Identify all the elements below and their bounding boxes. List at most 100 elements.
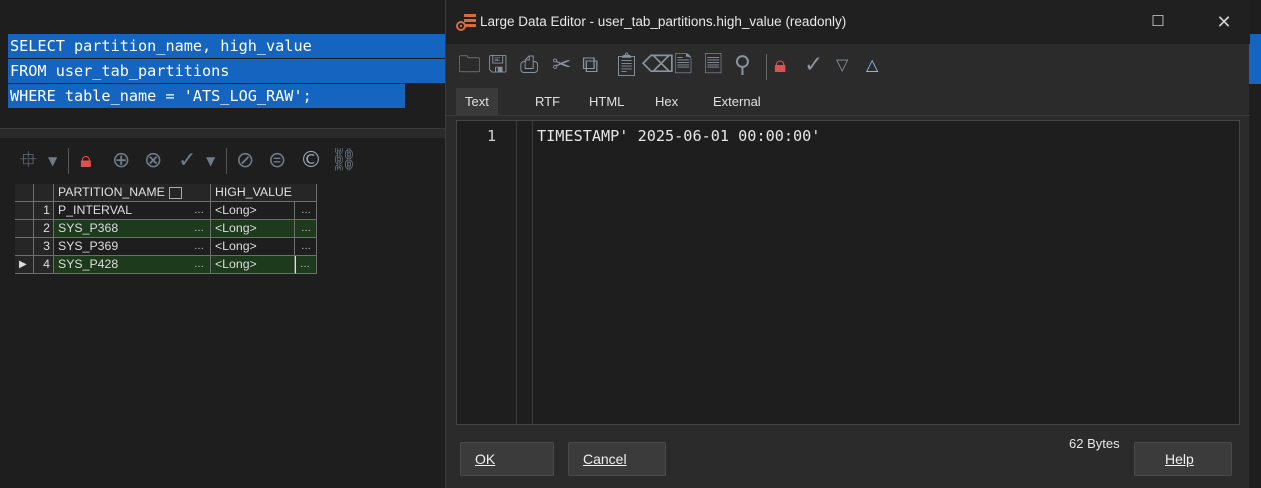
sql-line: FROM user_tab_partitions — [10, 62, 230, 80]
maximize-icon[interactable]: ☐ — [1138, 8, 1178, 36]
row-number: 1 — [34, 202, 54, 220]
table-row[interactable]: 2 SYS_P368 … <Long> … — [15, 220, 317, 238]
close-icon[interactable]: ✕ — [1204, 8, 1244, 36]
paste-icon[interactable]: 📋︎ — [612, 50, 641, 80]
cancel-button[interactable]: Cancel — [568, 442, 666, 476]
cell-partition-name[interactable]: SYS_P428… — [54, 256, 211, 274]
fetch-last-icon[interactable]: ⊜ — [268, 148, 286, 174]
row-indicator[interactable] — [15, 220, 34, 238]
ellipsis-button[interactable]: … — [194, 202, 204, 219]
editor-app-icon — [456, 14, 476, 31]
lock-icon[interactable]: 🔒︎ — [80, 148, 92, 174]
selection-highlight — [1249, 34, 1261, 84]
help-button-label: Help — [1165, 451, 1194, 467]
cell-text: SYS_P369 — [58, 239, 119, 253]
cell-high-value-ellipsis[interactable]: … — [295, 256, 317, 274]
search-icon[interactable]: ⚲ — [734, 50, 751, 80]
tab-text[interactable]: Text — [456, 88, 498, 116]
editor-content: TIMESTAMP' 2025-06-01 00:00:00' — [537, 127, 821, 145]
line-number-gutter: 1 — [457, 121, 517, 424]
tab-hex[interactable]: Hex — [646, 88, 687, 116]
editor-toolbar: 🗀︎ 🖫︎ ⎙ ✂ ⧉ 📋︎ ⌫ 🗎︎ 🗏︎ ⚲ 🔒︎ ✓ ▽ △ — [446, 46, 1250, 86]
post-check-icon[interactable]: ✓ — [178, 148, 196, 174]
dialog-title: Large Data Editor - user_tab_partitions.… — [480, 14, 847, 29]
ellipsis-button[interactable]: … — [301, 202, 311, 219]
format-icon[interactable]: 🗎︎ — [674, 50, 693, 80]
ellipsis-button[interactable]: … — [194, 220, 204, 237]
fold-gutter — [523, 121, 533, 424]
ok-button-label: OK — [475, 451, 496, 467]
cell-text: <Long> — [215, 239, 257, 253]
tab-rtf[interactable]: RTF — [526, 88, 569, 116]
ellipsis-button[interactable]: … — [194, 238, 204, 255]
cell-text: <Long> — [215, 221, 257, 235]
toolbar-separator — [226, 148, 227, 174]
text-editor[interactable]: 1 TIMESTAMP' 2025-06-01 00:00:00' — [456, 120, 1240, 425]
cell-high-value[interactable]: <Long> — [211, 238, 295, 256]
row-number: 3 — [34, 238, 54, 256]
triangle-up-icon[interactable]: △ — [866, 50, 878, 80]
cell-high-value[interactable]: <Long> — [211, 202, 295, 220]
check-icon[interactable]: ✓ — [804, 50, 823, 80]
ellipsis-button[interactable]: … — [301, 220, 311, 237]
cell-text: <Long> — [215, 203, 257, 217]
cell-text: SYS_P368 — [58, 221, 119, 235]
splitter[interactable] — [0, 128, 452, 138]
cell-high-value[interactable]: <Long> — [211, 256, 295, 274]
row-indicator[interactable] — [15, 238, 34, 256]
open-folder-icon[interactable]: 🗀︎ — [458, 50, 481, 80]
toolbar-separator — [766, 54, 767, 80]
ellipsis-button[interactable]: … — [194, 256, 204, 273]
large-data-editor-dialog: Large Data Editor - user_tab_partitions.… — [445, 0, 1250, 488]
save-icon[interactable]: 🖫︎ — [488, 50, 508, 80]
toolbar-separator — [68, 148, 69, 174]
cell-high-value-ellipsis[interactable]: … — [295, 220, 317, 238]
row-indicator[interactable] — [15, 202, 34, 220]
header-checkbox[interactable] — [168, 186, 182, 199]
column-header-label: HIGH_VALUE — [215, 185, 292, 199]
fetch-next-icon[interactable]: ⊘ — [236, 148, 254, 174]
table-row[interactable]: 3 SYS_P369 … <Long> … — [15, 238, 317, 256]
add-row-icon[interactable]: ⊕ — [112, 148, 130, 174]
word-wrap-icon[interactable]: 🗏︎ — [704, 50, 723, 80]
row-number: 4 — [34, 256, 54, 274]
column-header-label: PARTITION_NAME — [58, 185, 165, 199]
copy-icon[interactable]: ⧉ — [582, 50, 598, 80]
row-number: 2 — [34, 220, 54, 238]
line-number: 1 — [487, 127, 497, 145]
tab-external[interactable]: External — [704, 88, 770, 116]
byte-count: 62 Bytes — [1069, 436, 1120, 451]
chevron-down-icon[interactable]: ▼ — [206, 148, 215, 174]
tab-html[interactable]: HTML — [580, 88, 633, 116]
cell-high-value[interactable]: <Long> — [211, 220, 295, 238]
ellipsis-button[interactable]: … — [300, 256, 310, 273]
lock-icon[interactable]: 🔒︎ — [774, 50, 786, 80]
cell-text: P_INTERVAL — [58, 203, 133, 217]
cell-partition-name[interactable]: P_INTERVAL … — [54, 202, 211, 220]
help-button[interactable]: Help — [1134, 442, 1232, 476]
cell-high-value-ellipsis[interactable]: … — [295, 238, 317, 256]
ok-button[interactable]: OK — [460, 442, 554, 476]
title-bar[interactable]: Large Data Editor - user_tab_partitions.… — [446, 0, 1250, 44]
print-icon[interactable]: ⎙ — [520, 50, 538, 80]
triangle-down-icon[interactable]: ▽ — [836, 50, 848, 80]
column-header-high-value[interactable]: HIGH_VALUE — [211, 184, 317, 202]
find-icon[interactable]: ⛓ — [330, 148, 358, 174]
column-header-partition-name[interactable]: PARTITION_NAME — [54, 184, 211, 202]
chevron-down-icon[interactable]: ▼ — [48, 148, 57, 174]
cell-partition-name[interactable]: SYS_P369 … — [54, 238, 211, 256]
delete-row-icon[interactable]: ⊗ — [144, 148, 162, 174]
sql-editor[interactable]: SELECT partition_name, high_value FROM u… — [0, 0, 452, 130]
table-row[interactable]: ▶ 4 SYS_P428 … <Long> … — [15, 256, 317, 274]
current-row-arrow-icon[interactable]: ▶ — [15, 256, 34, 274]
cancel-button-label: Cancel — [583, 451, 627, 467]
cell-high-value-ellipsis[interactable]: … — [295, 202, 317, 220]
header-corner — [15, 184, 34, 202]
ellipsis-button[interactable]: … — [301, 238, 311, 255]
cut-icon[interactable]: ✂ — [552, 50, 571, 80]
refresh-icon[interactable]: © — [300, 148, 322, 174]
cell-partition-name[interactable]: SYS_P368 … — [54, 220, 211, 238]
clear-icon[interactable]: ⌫ — [642, 50, 675, 80]
cpu-icon[interactable]: ⯐ — [20, 148, 37, 174]
table-row[interactable]: 1 P_INTERVAL … <Long> … — [15, 202, 317, 220]
